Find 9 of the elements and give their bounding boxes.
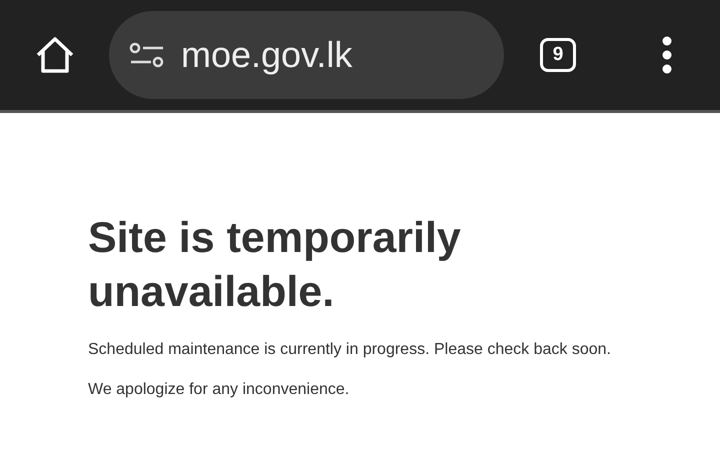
address-bar[interactable]: moe.gov.lk — [109, 11, 504, 99]
page-heading: Site is temporarily unavailable. — [88, 213, 462, 318]
site-settings-icon[interactable] — [129, 42, 165, 68]
message-text: Scheduled maintenance is currently in progress. Please check back soon. — [88, 341, 612, 359]
menu-icon[interactable] — [662, 36, 672, 74]
tab-count-button[interactable]: 9 — [540, 38, 576, 72]
home-icon[interactable] — [34, 35, 76, 75]
url-text: moe.gov.lk — [181, 34, 352, 76]
message-text: We apologize for any inconvenience. — [88, 381, 350, 399]
